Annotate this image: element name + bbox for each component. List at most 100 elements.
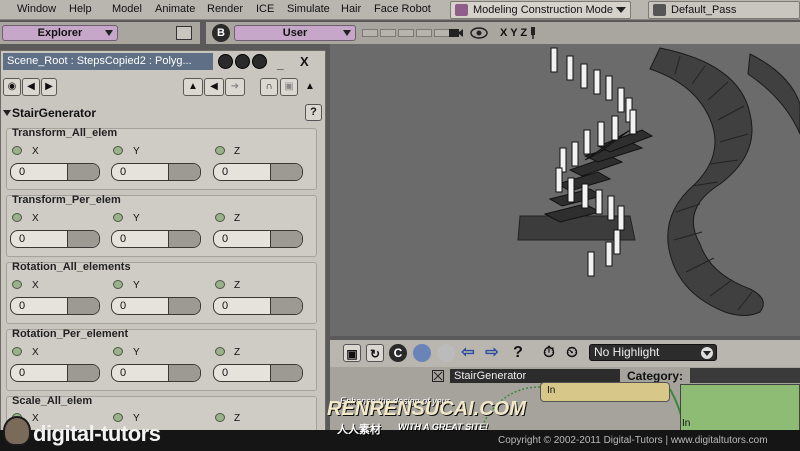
camera-select[interactable]: User (234, 25, 356, 41)
arrow-left-icon[interactable]: ⇦ (459, 344, 477, 362)
animate-indicator-icon[interactable] (113, 146, 123, 155)
menu-help[interactable]: Help (69, 3, 92, 15)
animate-indicator-icon[interactable] (12, 280, 22, 289)
number-field-x[interactable]: 0 (10, 364, 100, 382)
keyframe-icon[interactable]: ◉ (3, 78, 21, 96)
slider-handle[interactable] (168, 365, 200, 381)
menu-simulate[interactable]: Simulate (287, 3, 330, 15)
axis-toggle-labels[interactable]: X Y Z (500, 27, 527, 39)
highlight-select[interactable]: No Highlight (589, 344, 717, 361)
viewport-option-slot[interactable] (362, 29, 378, 37)
maximize-icon[interactable] (176, 26, 192, 40)
refresh-icon[interactable]: ↻ (366, 344, 384, 362)
refresh-icon[interactable] (252, 54, 267, 69)
compound-name-field[interactable]: StairGenerator (450, 369, 620, 383)
menu-window[interactable]: Window (17, 3, 56, 15)
clear-icon[interactable]: C (389, 344, 407, 362)
animate-indicator-icon[interactable] (215, 347, 225, 356)
number-field-x[interactable]: 0 (10, 297, 100, 315)
slider-handle[interactable] (168, 231, 200, 247)
animate-indicator-icon[interactable] (12, 347, 22, 356)
number-field-y[interactable]: 0 (111, 230, 201, 248)
menu-ice[interactable]: ICE (256, 3, 274, 15)
viewport-letter-button[interactable]: B (212, 24, 230, 42)
3d-viewport[interactable] (330, 44, 800, 336)
number-field-z[interactable]: 0 (213, 364, 303, 382)
arrow-up-icon[interactable]: ▲ (183, 78, 203, 96)
help-button[interactable]: ? (305, 104, 322, 121)
stair-scene-render (517, 47, 800, 316)
slider-handle[interactable] (270, 365, 302, 381)
number-field-y[interactable]: 0 (111, 163, 201, 181)
arrow-right-icon[interactable]: ➜ (225, 78, 245, 96)
menu-animate[interactable]: Animate (155, 3, 195, 15)
timer-icon[interactable]: ⏱ (540, 344, 558, 362)
animate-indicator-icon[interactable] (12, 146, 22, 155)
timer-reset-icon[interactable]: ⏲ (563, 344, 581, 362)
field-value: 0 (120, 233, 127, 245)
watermark-subtitle: WITH A GREAT SITE! (398, 422, 489, 432)
menu-model[interactable]: Model (112, 3, 142, 15)
slider-handle[interactable] (67, 164, 99, 180)
close-box-icon[interactable] (432, 370, 444, 382)
axis-label-x: X (32, 280, 39, 291)
slider-handle[interactable] (67, 298, 99, 314)
animate-indicator-icon[interactable] (12, 213, 22, 222)
number-field-x[interactable]: 0 (10, 163, 100, 181)
animate-indicator-icon[interactable] (215, 213, 225, 222)
arrow-right-icon[interactable]: ⇨ (483, 344, 501, 362)
explorer-tab[interactable]: Explorer (2, 25, 118, 41)
pin-icon[interactable] (528, 26, 538, 40)
number-field-z[interactable]: 0 (213, 297, 303, 315)
compound-node[interactable]: In (540, 382, 670, 402)
collapse-triangle-icon[interactable] (3, 110, 11, 116)
number-field-z[interactable]: 0 (213, 230, 303, 248)
minimize-button[interactable]: _ (277, 57, 284, 71)
viewport-option-slot[interactable] (398, 29, 414, 37)
globe-icon[interactable] (413, 344, 431, 362)
number-field-x[interactable]: 0 (10, 230, 100, 248)
slider-handle[interactable] (270, 231, 302, 247)
field-value: 0 (19, 367, 26, 379)
lock-icon[interactable]: ▣ (343, 344, 361, 362)
construction-mode-select[interactable]: Modeling Construction Mode (450, 1, 631, 19)
next-icon[interactable]: ▶ (41, 78, 57, 96)
camera-icon[interactable] (448, 26, 464, 40)
recycle-icon[interactable] (235, 54, 250, 69)
slider-handle[interactable] (270, 298, 302, 314)
lock-small-icon[interactable]: ▲ (300, 78, 320, 96)
help-icon[interactable]: ? (509, 344, 527, 362)
sphere-icon[interactable] (437, 344, 455, 362)
viewport-option-slot[interactable] (380, 29, 396, 37)
menu-hair[interactable]: Hair (341, 3, 361, 15)
render-pass-select[interactable]: Default_Pass (648, 1, 800, 19)
arrow-left-icon[interactable]: ◀ (204, 78, 224, 96)
animate-indicator-icon[interactable] (215, 146, 225, 155)
number-field-y[interactable]: 0 (111, 364, 201, 382)
lock-icon[interactable] (218, 54, 233, 69)
slider-handle[interactable] (168, 298, 200, 314)
close-button[interactable]: X (300, 54, 309, 69)
animate-indicator-icon[interactable] (215, 413, 225, 422)
field-value: 0 (19, 233, 26, 245)
menu-face-robot[interactable]: Face Robot (374, 3, 431, 15)
slider-handle[interactable] (270, 164, 302, 180)
menu-render[interactable]: Render (207, 3, 243, 15)
eye-icon[interactable] (470, 27, 488, 39)
slider-handle[interactable] (168, 164, 200, 180)
prev-icon[interactable]: ◀ (22, 78, 40, 96)
animate-indicator-icon[interactable] (113, 213, 123, 222)
number-field-z[interactable]: 0 (213, 163, 303, 181)
number-field-y[interactable]: 0 (111, 297, 201, 315)
slider-handle[interactable] (67, 365, 99, 381)
animate-indicator-icon[interactable] (113, 280, 123, 289)
category-field[interactable] (690, 368, 800, 383)
magnet-icon[interactable]: ∩ (260, 78, 278, 96)
copy-icon[interactable]: ▣ (280, 78, 298, 96)
output-node[interactable] (680, 384, 800, 434)
construction-mode-icon (455, 4, 468, 16)
viewport-option-slot[interactable] (416, 29, 432, 37)
animate-indicator-icon[interactable] (215, 280, 225, 289)
animate-indicator-icon[interactable] (113, 347, 123, 356)
slider-handle[interactable] (67, 231, 99, 247)
